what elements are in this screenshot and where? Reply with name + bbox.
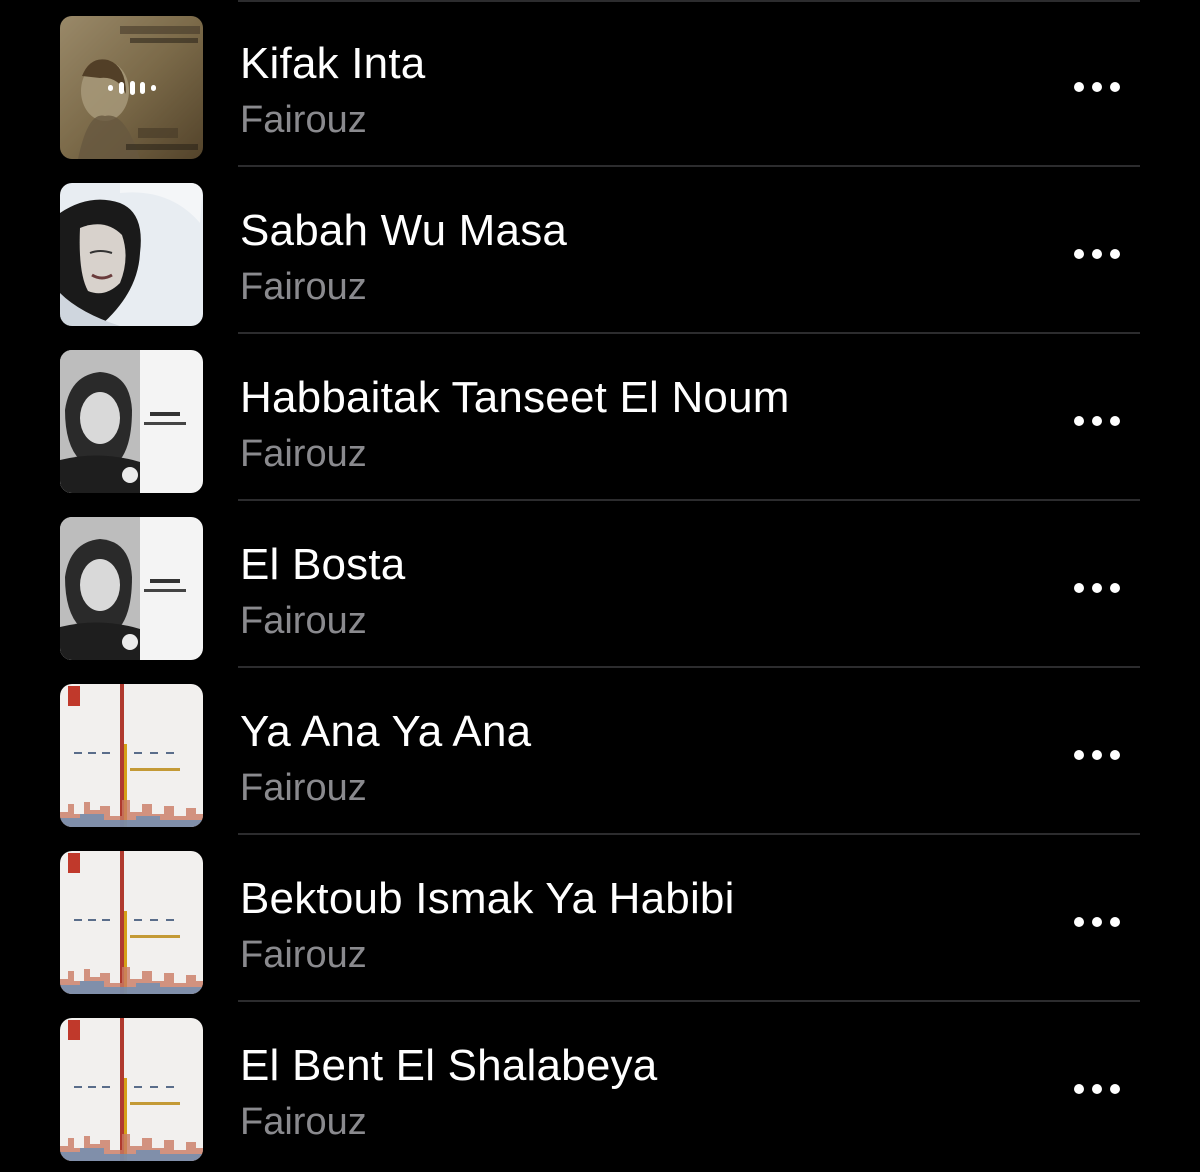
song-row-4[interactable]: El Bosta Fairouz: [0, 501, 1200, 668]
more-options-icon[interactable]: [1066, 241, 1128, 267]
song-title: Ya Ana Ya Ana: [240, 707, 532, 756]
song-row-7[interactable]: El Bent El Shalabeya Fairouz: [0, 1002, 1200, 1169]
song-title: Bektoub Ismak Ya Habibi: [240, 874, 735, 923]
album-art-image: [60, 1018, 203, 1161]
album-artwork[interactable]: [60, 517, 203, 660]
song-title: Sabah Wu Masa: [240, 206, 568, 255]
album-artwork[interactable]: [60, 684, 203, 827]
album-art-image: [60, 350, 203, 493]
song-row-5[interactable]: Ya Ana Ya Ana Fairouz: [0, 668, 1200, 835]
more-options-icon[interactable]: [1066, 408, 1128, 434]
album-artwork[interactable]: [60, 1018, 203, 1161]
song-title: Habbaitak Tanseet El Noum: [240, 373, 790, 422]
song-artist: Fairouz: [240, 433, 367, 475]
album-art-image: [60, 851, 203, 994]
album-artwork[interactable]: [60, 16, 203, 159]
song-artist: Fairouz: [240, 99, 367, 141]
song-row-6[interactable]: Bektoub Ismak Ya Habibi Fairouz: [0, 835, 1200, 1002]
song-title: El Bosta: [240, 540, 406, 589]
song-artist: Fairouz: [240, 600, 367, 642]
more-options-icon[interactable]: [1066, 909, 1128, 935]
song-artist: Fairouz: [240, 767, 367, 809]
song-artist: Fairouz: [240, 1101, 367, 1143]
song-list: Kifak Inta Fairouz Sabah Wu Masa Fairouz: [0, 0, 1200, 1172]
song-row-2[interactable]: Sabah Wu Masa Fairouz: [0, 167, 1200, 334]
album-artwork[interactable]: [60, 183, 203, 326]
album-art-image: [60, 684, 203, 827]
song-row-1[interactable]: Kifak Inta Fairouz: [0, 0, 1200, 167]
song-title: Kifak Inta: [240, 39, 426, 88]
more-options-icon[interactable]: [1066, 575, 1128, 601]
more-options-icon[interactable]: [1066, 742, 1128, 768]
song-row-3[interactable]: Habbaitak Tanseet El Noum Fairouz: [0, 334, 1200, 501]
album-artwork[interactable]: [60, 350, 203, 493]
song-artist: Fairouz: [240, 266, 367, 308]
song-title: El Bent El Shalabeya: [240, 1041, 658, 1090]
more-options-icon[interactable]: [1066, 74, 1128, 100]
more-options-icon[interactable]: [1066, 1076, 1128, 1102]
album-art-image: [60, 183, 203, 326]
album-artwork[interactable]: [60, 851, 203, 994]
now-playing-icon: [108, 78, 156, 98]
song-artist: Fairouz: [240, 934, 367, 976]
album-art-image: [60, 517, 203, 660]
